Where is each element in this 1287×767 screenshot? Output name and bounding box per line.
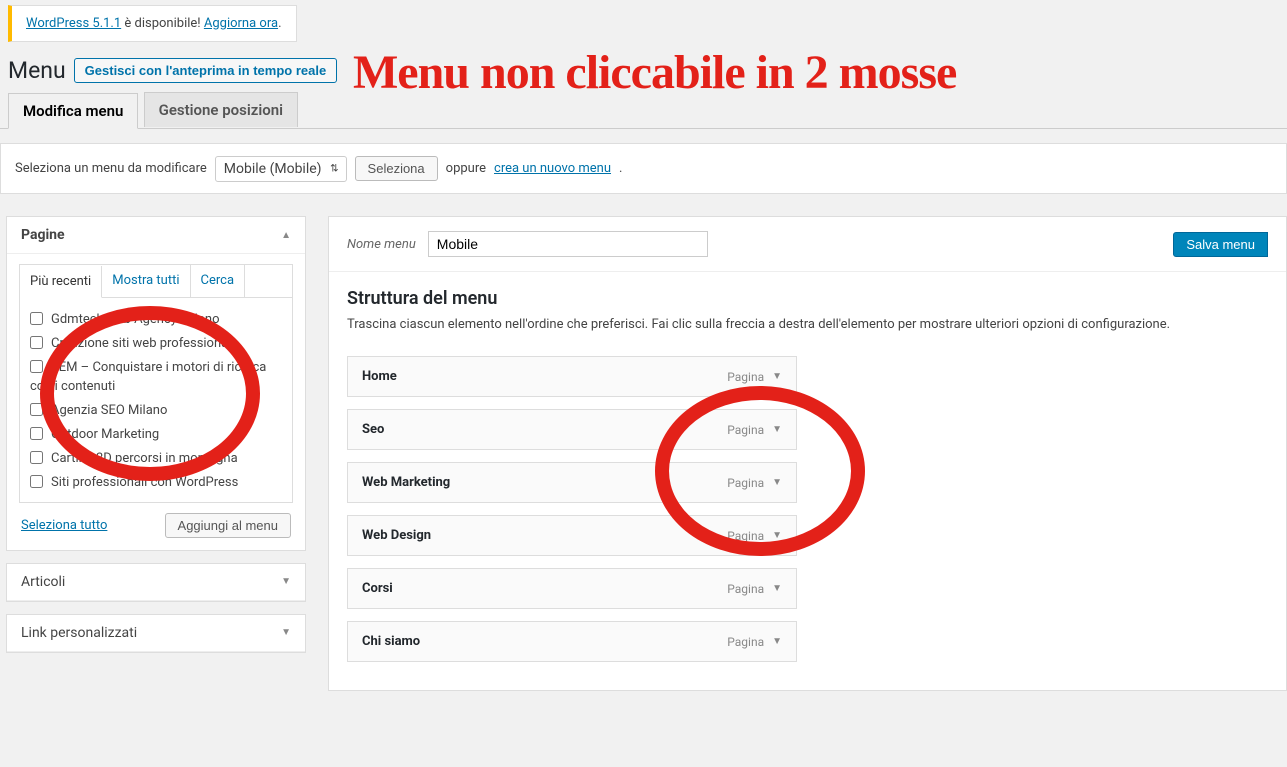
page-checkbox[interactable] bbox=[30, 427, 43, 440]
menu-structure-desc: Trascina ciascun elemento nell'ordine ch… bbox=[347, 317, 1268, 332]
save-menu-button[interactable]: Salva menu bbox=[1173, 232, 1268, 257]
menu-item-label: Seo bbox=[362, 422, 384, 437]
tab-manage-locations[interactable]: Gestione posizioni bbox=[144, 92, 298, 127]
page-item[interactable]: Agenzia SEO Milano bbox=[30, 399, 282, 423]
pages-subtabs: Più recenti Mostra tutti Cerca bbox=[19, 264, 293, 298]
chevron-down-icon[interactable]: ▼ bbox=[772, 583, 782, 594]
page-item[interactable]: Siti professionali con WordPress bbox=[30, 471, 282, 495]
menu-item[interactable]: Chi siamo Pagina ▼ bbox=[347, 621, 797, 662]
create-new-menu-link[interactable]: crea un nuovo menu bbox=[494, 161, 611, 176]
or-text: oppure bbox=[446, 161, 486, 176]
posts-box-header[interactable]: Articoli ▼ bbox=[7, 564, 305, 601]
page-item[interactable]: Creazione siti web professionali. bbox=[30, 332, 282, 356]
links-box-header[interactable]: Link personalizzati ▼ bbox=[7, 615, 305, 652]
subtab-all[interactable]: Mostra tutti bbox=[102, 265, 190, 297]
menu-item-type: Pagina bbox=[727, 635, 764, 649]
menu-item-label: Home bbox=[362, 369, 397, 384]
update-action-link[interactable]: Aggiorna ora bbox=[204, 16, 278, 31]
chevron-down-icon: ▼ bbox=[281, 627, 291, 638]
page-checkbox[interactable] bbox=[30, 403, 43, 416]
menu-structure-title: Struttura del menu bbox=[347, 288, 1268, 309]
page-item[interactable]: SEM – Conquistare i motori di ricerca co… bbox=[30, 356, 282, 398]
pages-checklist: Gdmtech web Agency Milano Creazione siti… bbox=[19, 298, 293, 503]
page-item[interactable]: Gdmtech web Agency Milano bbox=[30, 308, 282, 332]
subtab-recent[interactable]: Più recenti bbox=[20, 266, 102, 298]
menu-item[interactable]: Seo Pagina ▼ bbox=[347, 409, 797, 450]
chevron-down-icon[interactable]: ▼ bbox=[772, 477, 782, 488]
annotation-overlay-title: Menu non cliccabile in 2 mosse bbox=[353, 45, 956, 100]
menu-item-type: Pagina bbox=[727, 476, 764, 490]
menu-item-type: Pagina bbox=[727, 582, 764, 596]
pages-box: Pagine ▲ Più recenti Mostra tutti Cerca … bbox=[6, 216, 306, 551]
menu-item-type: Pagina bbox=[727, 370, 764, 384]
update-version-link[interactable]: WordPress 5.1.1 bbox=[26, 16, 121, 31]
menu-item[interactable]: Web Marketing Pagina ▼ bbox=[347, 462, 797, 503]
chevron-down-icon[interactable]: ▼ bbox=[772, 530, 782, 541]
menu-item[interactable]: Home Pagina ▼ bbox=[347, 356, 797, 397]
chevron-up-icon: ▲ bbox=[281, 230, 291, 241]
chevron-down-icon[interactable]: ▼ bbox=[772, 424, 782, 435]
menu-name-bar: Nome menu Salva menu bbox=[329, 217, 1286, 272]
page-checkbox[interactable] bbox=[30, 312, 43, 325]
update-nag: WordPress 5.1.1 è disponibile! Aggiorna … bbox=[8, 5, 297, 42]
update-text: è disponibile! bbox=[121, 16, 204, 31]
menu-item[interactable]: Web Design Pagina ▼ bbox=[347, 515, 797, 556]
page-checkbox[interactable] bbox=[30, 475, 43, 488]
links-box-title: Link personalizzati bbox=[21, 625, 137, 641]
page-title: Menu bbox=[8, 57, 66, 84]
chevron-down-icon: ▼ bbox=[281, 576, 291, 587]
page-checkbox[interactable] bbox=[30, 451, 43, 464]
menu-name-input[interactable] bbox=[428, 231, 708, 257]
menu-item-label: Web Marketing bbox=[362, 475, 450, 490]
add-to-menu-button[interactable]: Aggiungi al menu bbox=[165, 513, 291, 538]
chevron-down-icon[interactable]: ▼ bbox=[772, 371, 782, 382]
menu-select-label: Seleziona un menu da modificare bbox=[15, 161, 207, 176]
menu-item-type: Pagina bbox=[727, 423, 764, 437]
menu-item-type: Pagina bbox=[727, 529, 764, 543]
menu-item-label: Chi siamo bbox=[362, 634, 420, 649]
select-all-link[interactable]: Seleziona tutto bbox=[21, 518, 107, 533]
menu-item-label: Web Design bbox=[362, 528, 431, 543]
posts-box-title: Articoli bbox=[21, 574, 65, 590]
chevron-down-icon[interactable]: ▼ bbox=[772, 636, 782, 647]
pages-box-title: Pagine bbox=[21, 227, 65, 243]
links-box: Link personalizzati ▼ bbox=[6, 614, 306, 653]
menu-item-label: Corsi bbox=[362, 581, 393, 596]
page-checkbox[interactable] bbox=[30, 360, 43, 373]
page-item[interactable]: Outdoor Marketing bbox=[30, 423, 282, 447]
menu-item[interactable]: Corsi Pagina ▼ bbox=[347, 568, 797, 609]
page-checkbox[interactable] bbox=[30, 336, 43, 349]
live-preview-button[interactable]: Gestisci con l'anteprima in tempo reale bbox=[74, 58, 338, 83]
posts-box: Articoli ▼ bbox=[6, 563, 306, 602]
menu-select-bar: Seleziona un menu da modificare Mobile (… bbox=[0, 143, 1287, 194]
select-menu-button[interactable]: Seleziona bbox=[355, 156, 438, 181]
pages-box-header[interactable]: Pagine ▲ bbox=[7, 217, 305, 254]
menu-name-label: Nome menu bbox=[347, 237, 416, 252]
menu-select-dropdown[interactable]: Mobile (Mobile) bbox=[215, 156, 347, 182]
subtab-search[interactable]: Cerca bbox=[191, 265, 246, 297]
tab-edit-menu[interactable]: Modifica menu bbox=[8, 93, 138, 129]
page-item[interactable]: Cartine 3D percorsi in montagna bbox=[30, 447, 282, 471]
